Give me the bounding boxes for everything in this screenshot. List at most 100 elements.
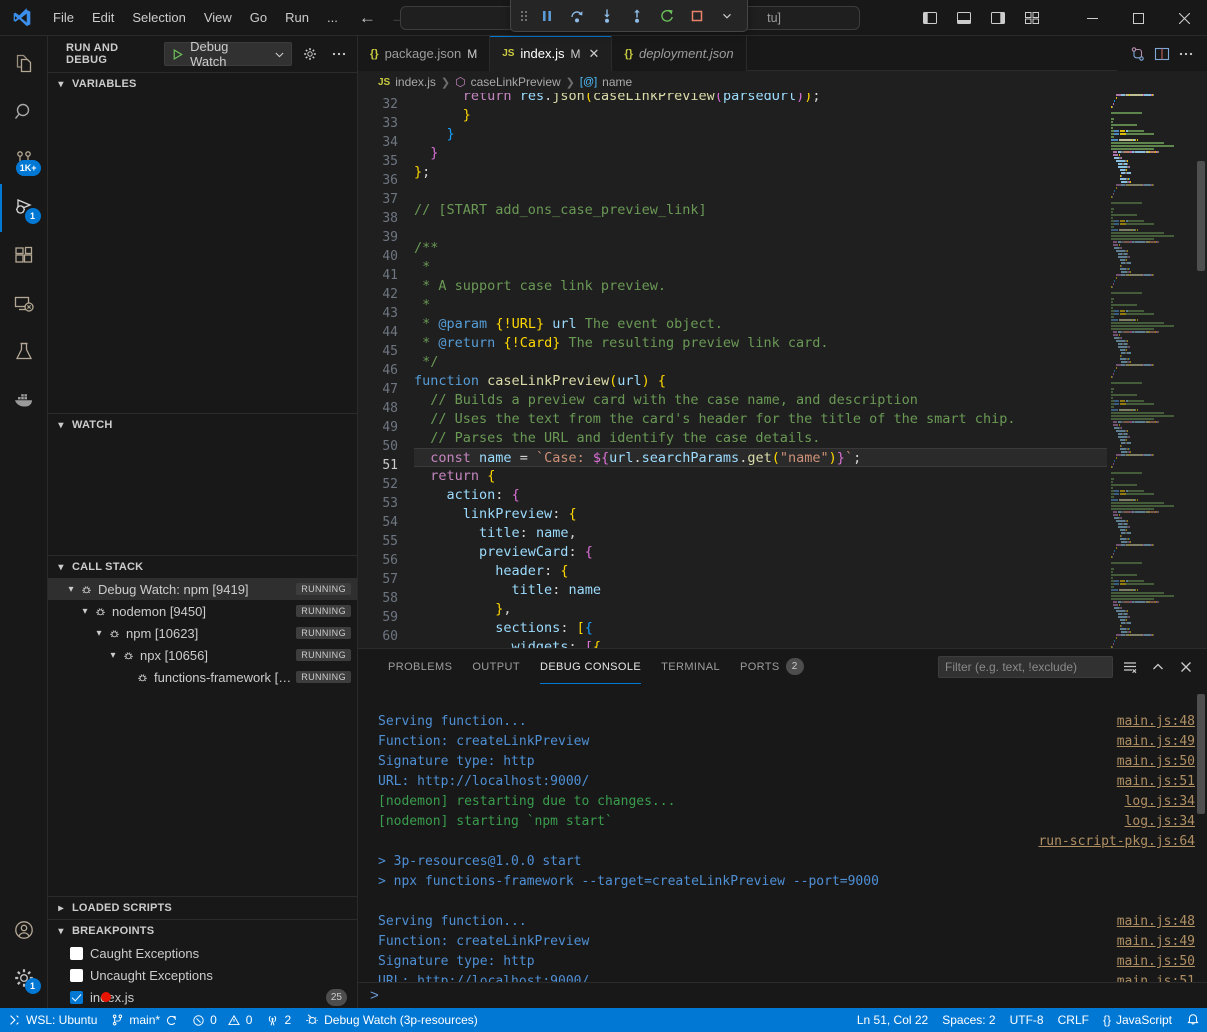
- status-debug-session[interactable]: Debug Watch (3p-resources): [298, 1008, 485, 1032]
- breadcrumb-function[interactable]: caseLinkPreview: [471, 75, 561, 89]
- code-editor[interactable]: 32 33 34 35 36 37 38 39 40 41 42 43 44 4…: [358, 93, 1207, 648]
- panel-tab-output[interactable]: OUTPUT: [462, 649, 530, 684]
- breadcrumb-symbol[interactable]: name: [602, 75, 632, 89]
- menu-view[interactable]: View: [195, 6, 241, 29]
- code-line[interactable]: *: [414, 296, 1107, 315]
- code-line[interactable]: title: name: [414, 581, 1107, 600]
- code-line[interactable]: }: [414, 144, 1107, 163]
- restart-button[interactable]: [653, 3, 681, 29]
- code-line[interactable]: previewCard: {: [414, 543, 1107, 562]
- code-line[interactable]: },: [414, 600, 1107, 619]
- menu-run[interactable]: Run: [276, 6, 318, 29]
- breakpoint-checkbox[interactable]: [70, 969, 83, 982]
- collapse-panel-icon[interactable]: [1147, 656, 1169, 678]
- panel-tab-debug-console[interactable]: DEBUG CONSOLE: [530, 649, 651, 684]
- code-lines[interactable]: return res.json(caseLinkPreview(parsedUr…: [414, 93, 1107, 648]
- close-button[interactable]: [1161, 0, 1207, 36]
- debug-more-chevron-icon[interactable]: [713, 3, 741, 29]
- debug-settings-gear-icon[interactable]: [300, 43, 320, 65]
- status-radio-tower[interactable]: 2: [259, 1008, 298, 1032]
- console-source-link[interactable]: log.js:34: [1125, 792, 1195, 812]
- code-line[interactable]: [414, 220, 1107, 239]
- code-line[interactable]: [414, 182, 1107, 201]
- activitybar-item-extensions[interactable]: [0, 232, 48, 280]
- step-out-button[interactable]: [623, 3, 651, 29]
- console-source-link[interactable]: main.js:48: [1117, 712, 1195, 732]
- status-encoding[interactable]: UTF-8: [1003, 1008, 1051, 1032]
- code-line[interactable]: header: {: [414, 562, 1107, 581]
- console-source-link[interactable]: main.js:50: [1117, 952, 1195, 972]
- variables-list[interactable]: [48, 95, 357, 413]
- code-line[interactable]: title: name,: [414, 524, 1107, 543]
- tab-close-icon[interactable]: ✕: [589, 46, 600, 62]
- code-line[interactable]: function caseLinkPreview(url) {: [414, 372, 1107, 391]
- panel-tab-terminal[interactable]: TERMINAL: [651, 649, 730, 684]
- code-line[interactable]: };: [414, 163, 1107, 182]
- code-line[interactable]: */: [414, 353, 1107, 372]
- console-source-link[interactable]: main.js:51: [1117, 772, 1195, 792]
- call-stack-row[interactable]: ▾ npm [10623] RUNNING: [48, 622, 357, 644]
- stop-button[interactable]: [683, 3, 711, 29]
- breakpoint-row[interactable]: Caught Exceptions: [48, 942, 357, 964]
- loaded-scripts-section-header[interactable]: ▸ LOADED SCRIPTS: [48, 897, 357, 919]
- status-problems[interactable]: 0 0: [185, 1008, 259, 1032]
- chevron-down-icon[interactable]: ▾: [92, 628, 106, 639]
- console-source-link[interactable]: main.js:50: [1117, 752, 1195, 772]
- code-line[interactable]: // Parses the URL and identify the case …: [414, 429, 1107, 448]
- code-line[interactable]: // [START add_ons_case_preview_link]: [414, 201, 1107, 220]
- sidebar-more-actions-icon[interactable]: [329, 43, 349, 65]
- status-cursor-position[interactable]: Ln 51, Col 22: [850, 1008, 935, 1032]
- toggle-panel-icon[interactable]: [949, 3, 979, 33]
- activitybar-item-source-control[interactable]: 1K+: [0, 136, 48, 184]
- code-line[interactable]: // Builds a preview card with the case n…: [414, 391, 1107, 410]
- code-line[interactable]: * @param {!URL} url The event object.: [414, 315, 1107, 334]
- minimize-button[interactable]: [1069, 0, 1115, 36]
- activitybar-item-manage[interactable]: 1: [0, 954, 48, 1002]
- pause-button[interactable]: [533, 3, 561, 29]
- code-line[interactable]: * A support case link preview.: [414, 277, 1107, 296]
- breakpoint-checkbox[interactable]: [70, 947, 83, 960]
- debug-console-input[interactable]: >: [358, 982, 1207, 1008]
- status-indentation[interactable]: Spaces: 2: [935, 1008, 1002, 1032]
- menu-file[interactable]: File: [44, 6, 83, 29]
- watch-list[interactable]: [48, 436, 357, 555]
- step-into-button[interactable]: [593, 3, 621, 29]
- code-line[interactable]: /**: [414, 239, 1107, 258]
- minimap[interactable]: [1107, 93, 1207, 648]
- breakpoint-checkbox[interactable]: [70, 991, 83, 1004]
- debug-console-output[interactable]: Serving function...main.js:48Function: c…: [358, 684, 1207, 982]
- activitybar-item-explorer[interactable]: [0, 40, 48, 88]
- console-source-link[interactable]: main.js:48: [1117, 912, 1195, 932]
- status-language-mode[interactable]: {} JavaScript: [1096, 1008, 1179, 1032]
- chevron-down-icon[interactable]: ▾: [78, 606, 92, 617]
- debug-toolbar-grip[interactable]: [517, 8, 531, 24]
- menu-go[interactable]: Go: [241, 6, 276, 29]
- console-source-link[interactable]: run-script-pkg.js:64: [1038, 832, 1195, 852]
- console-scrollbar-thumb[interactable]: [1197, 694, 1205, 814]
- status-eol[interactable]: CRLF: [1051, 1008, 1096, 1032]
- maximize-button[interactable]: [1115, 0, 1161, 36]
- back-arrow-icon[interactable]: ←: [359, 9, 376, 26]
- launch-configuration-select[interactable]: Debug Watch: [164, 42, 292, 66]
- status-notifications[interactable]: [1179, 1008, 1207, 1032]
- code-line[interactable]: // Uses the text from the card's header …: [414, 410, 1107, 429]
- activitybar-item-run-and-debug[interactable]: 1: [0, 184, 48, 232]
- call-stack-row[interactable]: functions-framework [106... RUNNING: [48, 666, 357, 688]
- split-editor-icon[interactable]: [1151, 43, 1173, 65]
- code-line[interactable]: * @return {!Card} The resulting preview …: [414, 334, 1107, 353]
- code-line[interactable]: }: [414, 106, 1107, 125]
- console-filter-input[interactable]: [938, 656, 1113, 678]
- call-stack-row[interactable]: ▾ nodemon [9450] RUNNING: [48, 600, 357, 622]
- console-source-link[interactable]: main.js:51: [1117, 972, 1195, 982]
- customize-layout-icon[interactable]: [1017, 3, 1047, 33]
- code-line[interactable]: return {: [414, 467, 1107, 486]
- tab-deployment-json[interactable]: {} deployment.json: [612, 36, 746, 71]
- code-line[interactable]: }: [414, 125, 1107, 144]
- close-panel-icon[interactable]: [1175, 656, 1197, 678]
- clear-console-icon[interactable]: [1119, 656, 1141, 678]
- variables-section-header[interactable]: ▾ VARIABLES: [48, 73, 357, 95]
- tab-package-json[interactable]: {} package.json M: [358, 36, 490, 71]
- tab-index-js[interactable]: JS index.js M ✕: [490, 36, 612, 71]
- console-source-link[interactable]: main.js:49: [1117, 932, 1195, 952]
- chevron-down-icon[interactable]: ▾: [106, 650, 120, 661]
